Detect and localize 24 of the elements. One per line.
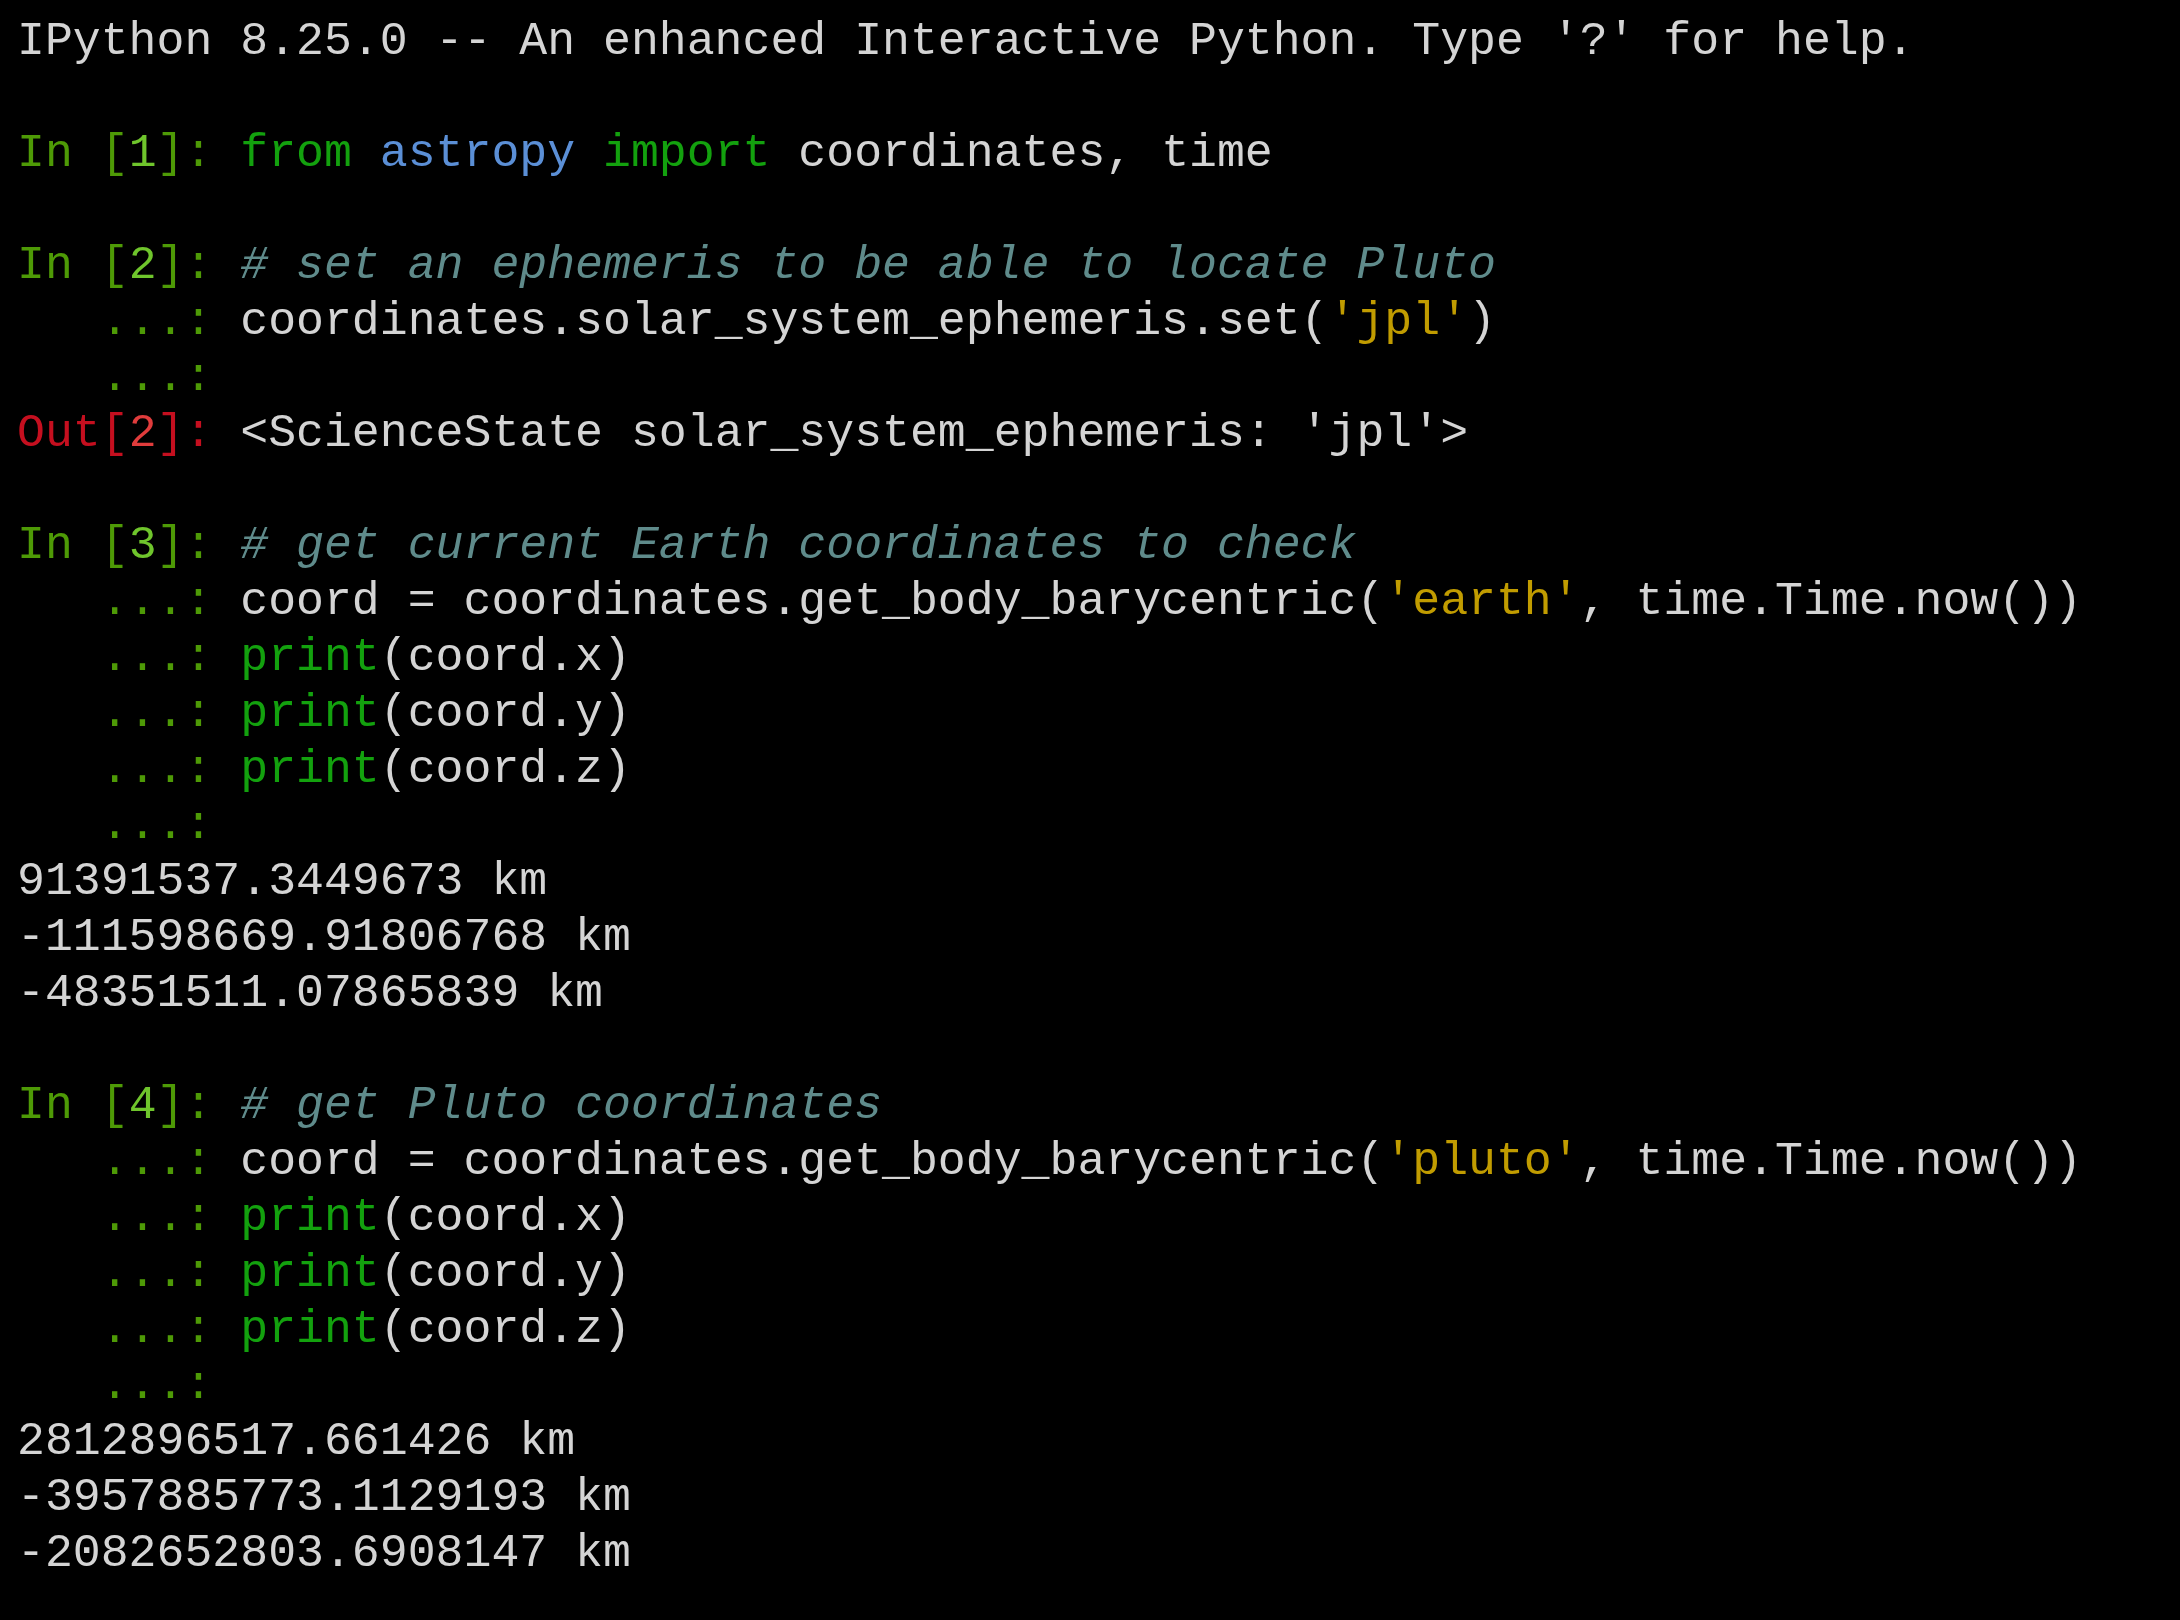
terminal-line: ...: print(coord.y): [99, 686, 631, 742]
terminal-line: 91391537.3449673 km: [17, 854, 548, 910]
terminal-line: ...: print(coord.y): [99, 1246, 631, 1302]
terminal-line: -2082652803.6908147 km: [17, 1526, 631, 1582]
terminal-line: -3957885773.1129193 km: [17, 1470, 631, 1526]
terminal-line: Out[2]: <ScienceState solar_system_ephemeris: 'jpl'>: [17, 406, 1469, 462]
terminal-line: In [1]: from astropy import coordinates, time: [17, 126, 1273, 182]
terminal-line: ...:: [99, 1358, 213, 1414]
terminal-line: ...:: [99, 350, 213, 406]
terminal-line: IPython 8.25.0 -- An enhanced Interactive Python. Type '?' for help.: [17, 14, 1915, 70]
terminal-line: -111598669.91806768 km: [17, 910, 631, 966]
terminal-line: ...: print(coord.x): [99, 1190, 631, 1246]
terminal-line: 2812896517.661426 km: [17, 1414, 576, 1470]
terminal-line: In [2]: # set an ephemeris to be able to locate Pluto: [17, 238, 1496, 294]
terminal-line: ...: print(coord.z): [99, 742, 631, 798]
terminal-line: ...:: [99, 798, 213, 854]
terminal-line: ...: coord = coordinates.get_body_barycentric('earth', time.Time.now()): [99, 574, 2082, 630]
terminal-line: In [3]: # get current Earth coordinates to check: [17, 518, 1357, 574]
terminal-line: -48351511.07865839 km: [17, 966, 603, 1022]
terminal-line: ...: print(coord.x): [99, 630, 631, 686]
terminal-line: ...: coordinates.solar_system_ephemeris.set('jpl'): [99, 294, 1496, 350]
terminal-line: In [4]: # get Pluto coordinates: [17, 1078, 883, 1134]
terminal-line: ...: print(coord.z): [99, 1302, 631, 1358]
terminal-line: ...: coord = coordinates.get_body_barycentric('pluto', time.Time.now()): [99, 1134, 2082, 1190]
